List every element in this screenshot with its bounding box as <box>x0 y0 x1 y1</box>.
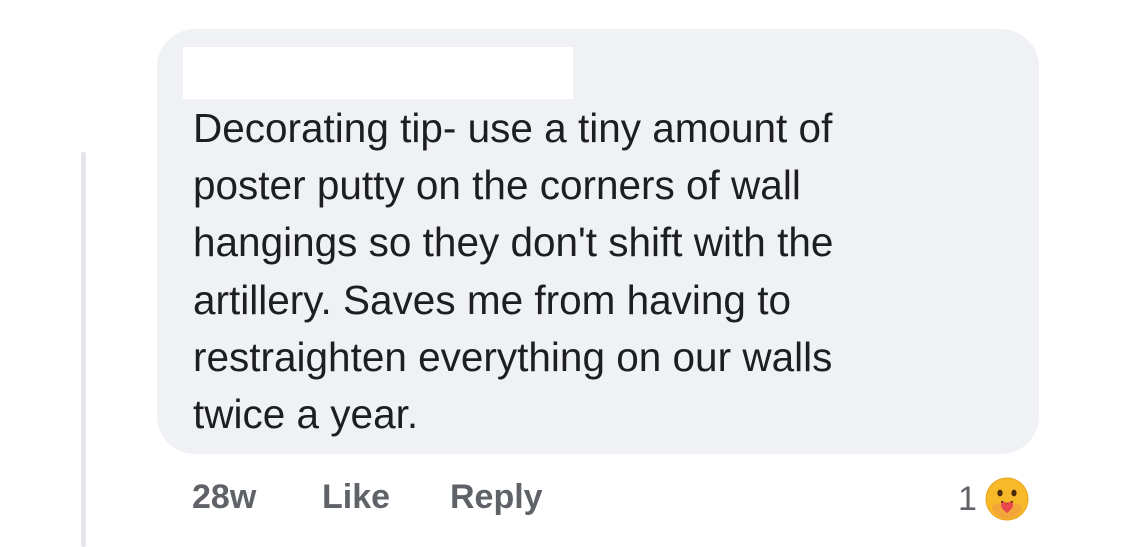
comment-screen: Decorating tip- use a tiny amount of pos… <box>0 0 1131 547</box>
redacted-author-name <box>183 47 573 99</box>
reaction-summary[interactable]: 1 <box>958 474 1031 524</box>
comment-timestamp[interactable]: 28w <box>192 478 256 517</box>
reply-button[interactable]: Reply <box>450 478 543 517</box>
comment-text: Decorating tip- use a tiny amount of pos… <box>193 105 834 438</box>
care-reaction-icon <box>985 477 1029 521</box>
reaction-count: 1 <box>958 479 977 518</box>
like-button[interactable]: Like <box>322 478 390 517</box>
